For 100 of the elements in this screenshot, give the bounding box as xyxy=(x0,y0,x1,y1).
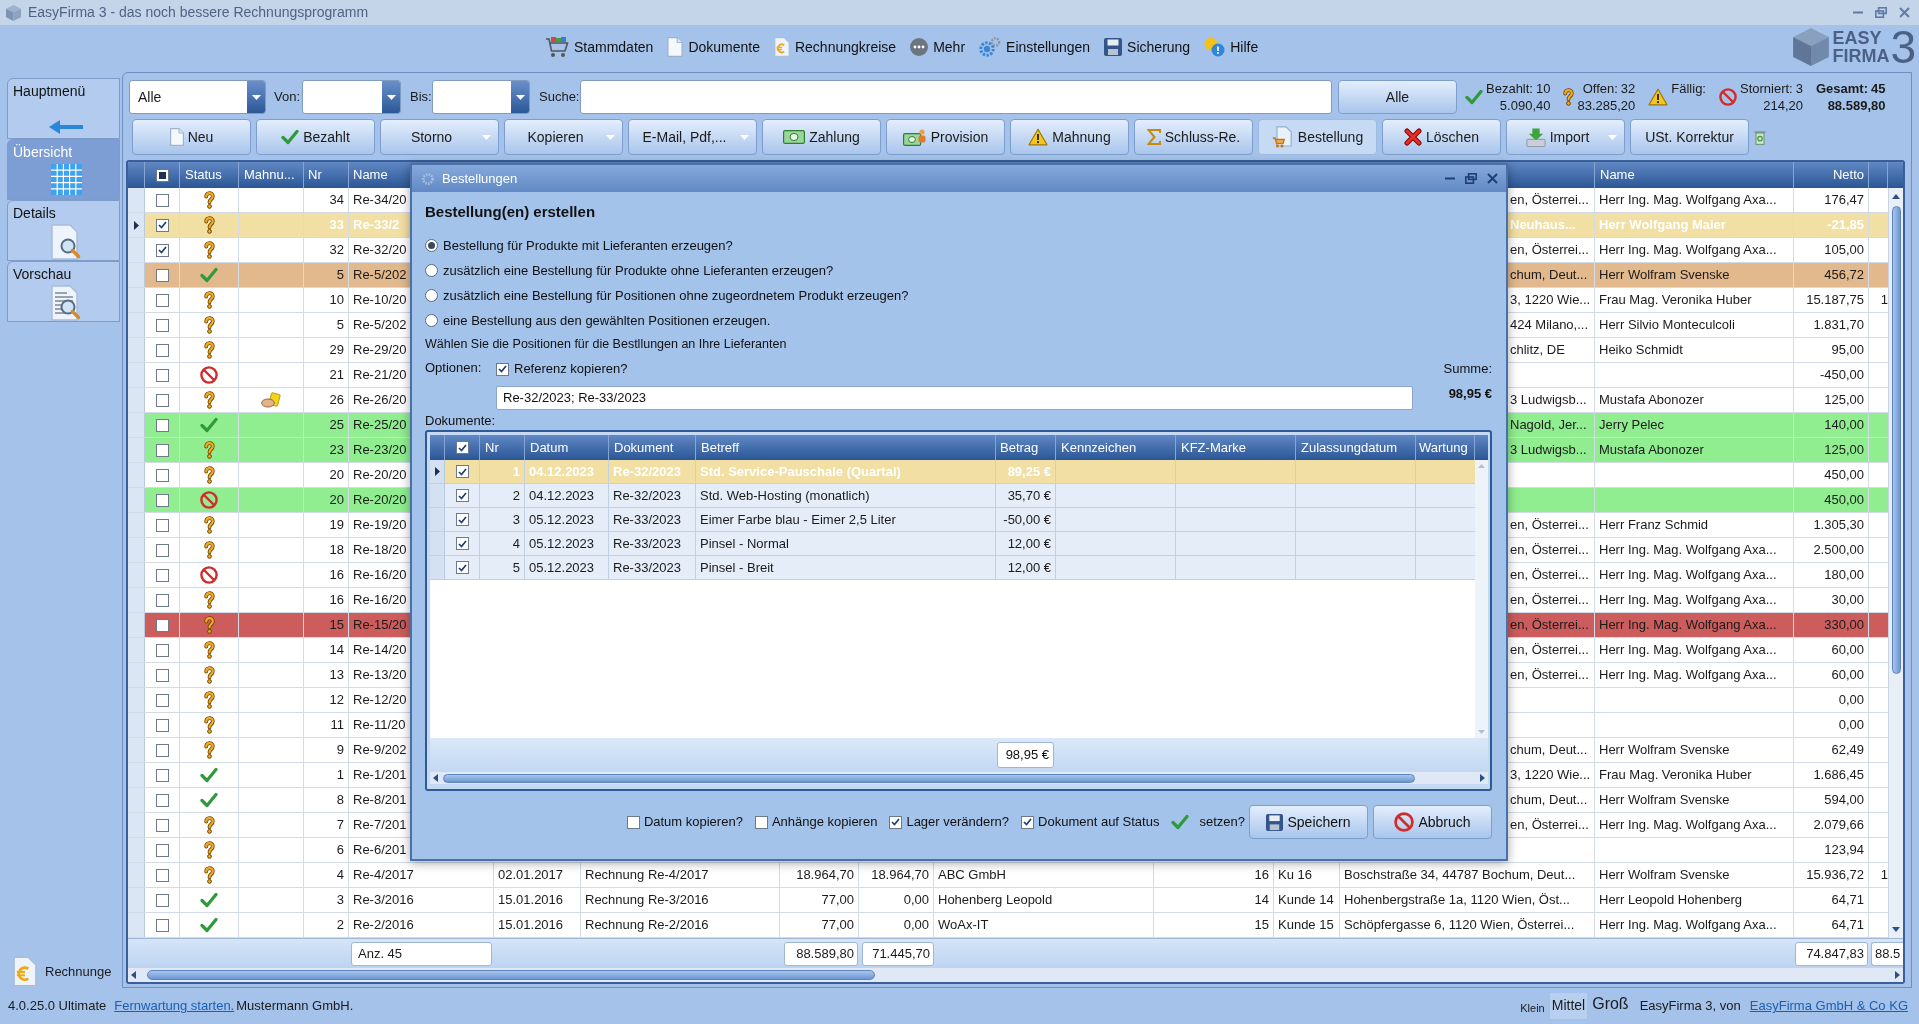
row-checkbox[interactable] xyxy=(155,918,169,932)
row-checkbox[interactable] xyxy=(155,268,169,282)
column-header[interactable]: Zulassungdatum xyxy=(1301,437,1398,458)
column-header[interactable]: Nr xyxy=(485,437,499,458)
row-checkbox[interactable] xyxy=(155,468,169,482)
column-header[interactable]: Dokument xyxy=(614,437,674,458)
row-checkbox[interactable] xyxy=(155,368,169,382)
horizontal-scrollbar[interactable] xyxy=(430,772,1488,784)
toolbar-button[interactable]: Zahlung xyxy=(762,119,881,155)
menu-button[interactable]: Hilfe xyxy=(1204,36,1259,58)
radio-button[interactable] xyxy=(425,314,438,327)
remote-support-link[interactable]: Fernwartung starten. xyxy=(114,996,235,1016)
menu-button[interactable]: Einstellungen xyxy=(979,36,1091,58)
column-header[interactable]: Name xyxy=(1600,165,1635,185)
module-label[interactable]: Rechnunge xyxy=(45,961,112,982)
row-checkbox[interactable] xyxy=(155,793,169,807)
row-checkbox[interactable] xyxy=(155,318,169,332)
row-checkbox[interactable] xyxy=(155,818,169,832)
position-row[interactable]: 4 05.12.2023 Re-33/2023 Pinsel - Normal 12,00 € xyxy=(430,532,1475,556)
scrollbar-thumb[interactable] xyxy=(147,970,875,980)
row-checkbox[interactable] xyxy=(155,668,169,682)
radio-button[interactable] xyxy=(425,239,438,252)
row-header[interactable] xyxy=(128,213,145,237)
select-all-checkbox[interactable] xyxy=(455,441,469,454)
from-date-dropdown[interactable] xyxy=(302,80,401,114)
toolbar-button[interactable]: Import xyxy=(1506,119,1625,155)
size-option[interactable]: Mittel xyxy=(1549,993,1588,1019)
menu-button[interactable]: Stammdaten xyxy=(545,36,654,58)
row-checkbox[interactable] xyxy=(155,568,169,582)
type-dropdown[interactable]: Alle xyxy=(129,80,266,114)
restore-icon[interactable] xyxy=(1875,7,1887,18)
checkbox[interactable] xyxy=(754,815,768,829)
vendor-link[interactable]: EasyFirma GmbH & Co KG xyxy=(1749,996,1908,1016)
toolbar-button[interactable]: Storno xyxy=(380,119,499,155)
position-row[interactable]: 3 05.12.2023 Re-33/2023 Eimer Farbe blau - Eimer 2,5 Liter -50,00 € xyxy=(430,508,1475,532)
scrollbar-thumb[interactable] xyxy=(1891,206,1901,674)
row-checkbox[interactable] xyxy=(155,218,169,232)
size-option[interactable]: Klein xyxy=(1518,993,1547,1019)
row-checkbox[interactable] xyxy=(155,418,169,432)
row-checkbox[interactable] xyxy=(155,293,169,307)
row-checkbox[interactable] xyxy=(155,593,169,607)
checkbox[interactable] xyxy=(889,815,903,829)
column-header[interactable]: Name xyxy=(353,165,388,185)
toolbar-button[interactable]: Löschen xyxy=(1382,119,1501,155)
size-option[interactable]: Groß xyxy=(1590,993,1631,1019)
horizontal-scrollbar[interactable] xyxy=(128,968,1903,982)
row-checkbox[interactable] xyxy=(155,493,169,507)
sidebar-tab[interactable]: Details xyxy=(7,200,120,261)
row-checkbox[interactable] xyxy=(155,243,169,257)
row-checkbox[interactable] xyxy=(455,561,469,574)
scroll-right-icon[interactable] xyxy=(1480,774,1485,782)
scroll-down-icon[interactable] xyxy=(1892,927,1900,932)
row-checkbox[interactable] xyxy=(155,893,169,907)
scrollbar-thumb[interactable] xyxy=(443,773,1415,783)
toolbar-button[interactable]: Schluss-Re. xyxy=(1134,119,1253,155)
row-checkbox[interactable] xyxy=(155,543,169,557)
checkbox[interactable] xyxy=(496,362,509,376)
position-row[interactable]: 2 04.12.2023 Re-32/2023 Std. Web-Hosting (monatlich) 35,70 € xyxy=(430,484,1475,508)
toolbar-button[interactable]: Kopieren xyxy=(504,119,623,155)
row-checkbox[interactable] xyxy=(155,743,169,757)
row-checkbox[interactable] xyxy=(155,868,169,882)
column-header[interactable]: Nr xyxy=(308,165,322,185)
search-field[interactable] xyxy=(580,80,1332,114)
row-checkbox[interactable] xyxy=(155,193,169,207)
recycle-bin-icon[interactable] xyxy=(1754,129,1766,145)
row-checkbox[interactable] xyxy=(455,537,469,550)
toolbar-button[interactable]: Bezahlt xyxy=(256,119,375,155)
toolbar-button[interactable]: Mahnung xyxy=(1010,119,1129,155)
vertical-scrollbar[interactable] xyxy=(1888,188,1903,938)
row-checkbox[interactable] xyxy=(455,513,469,526)
toolbar-button[interactable]: Provision xyxy=(886,119,1005,155)
sidebar-tab[interactable]: Hauptmenü xyxy=(7,78,120,139)
toolbar-button[interactable]: Neu xyxy=(132,119,251,155)
checkbox[interactable] xyxy=(1021,815,1035,829)
column-header[interactable]: Mahnu... xyxy=(244,165,295,185)
menu-button[interactable]: Rechnungkreise xyxy=(773,36,897,58)
invoice-row[interactable]: 4 Re-4/2017 02.01.2017 Rechnung Re-4/2017 18.964,70 18.964,70 ABC GmbH 16 Ku 16 Boschstraße 34, 44787 Bochum, Deut... Herr Wolfram Svenske 15.936,72 1 xyxy=(128,863,1888,888)
column-header[interactable]: Datum xyxy=(530,437,569,458)
column-header[interactable]: KFZ-Marke xyxy=(1181,437,1246,458)
column-header[interactable]: Betrag xyxy=(1000,437,1039,458)
row-checkbox[interactable] xyxy=(155,443,169,457)
toolbar-button[interactable]: E-Mail, Pdf,... xyxy=(628,119,757,155)
scroll-left-icon[interactable] xyxy=(433,774,438,782)
to-date-dropdown[interactable] xyxy=(432,80,530,114)
row-checkbox[interactable] xyxy=(455,489,469,502)
close-icon[interactable] xyxy=(1487,173,1498,184)
checkbox[interactable] xyxy=(626,815,640,829)
column-header[interactable]: Status xyxy=(185,165,222,185)
radio-button[interactable] xyxy=(425,264,438,277)
cancel-button[interactable]: Abbruch xyxy=(1373,805,1492,839)
row-checkbox[interactable] xyxy=(455,465,469,478)
row-checkbox[interactable] xyxy=(155,518,169,532)
menu-button[interactable]: Dokumente xyxy=(667,36,760,58)
invoice-row[interactable]: 2 Re-2/2016 15.01.2016 Rechnung Re-2/2016 77,00 0,00 WoAx-IT 15 Kunde 15 Schöpfergasse 6, 1120 Wien, Österrei... Herr Ing. Mag. Wolfgang Axa... 64,71 xyxy=(128,913,1888,938)
row-checkbox[interactable] xyxy=(155,343,169,357)
restore-icon[interactable] xyxy=(1465,173,1477,184)
row-checkbox[interactable] xyxy=(155,693,169,707)
row-checkbox[interactable] xyxy=(155,843,169,857)
row-checkbox[interactable] xyxy=(155,618,169,632)
reference-field[interactable]: Re-32/2023; Re-33/2023 xyxy=(496,386,1413,410)
